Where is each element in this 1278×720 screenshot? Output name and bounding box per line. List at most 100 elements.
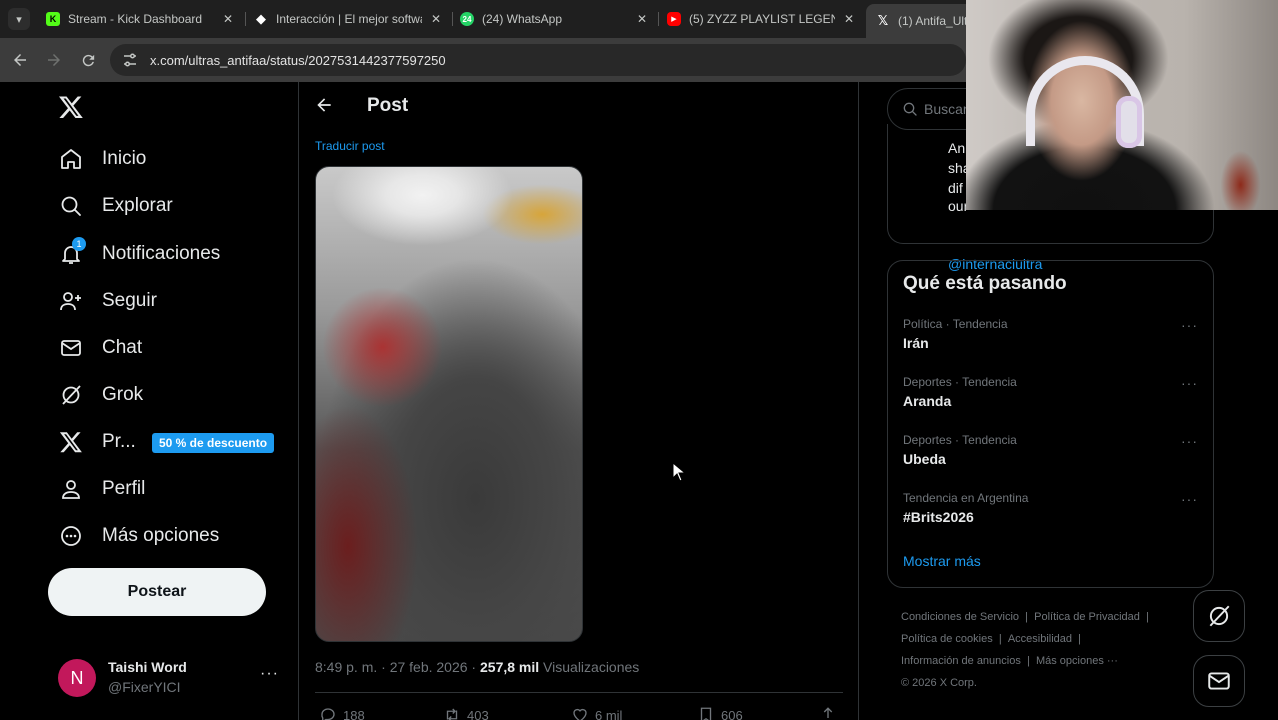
messages-fab-button[interactable] xyxy=(1193,655,1245,707)
nav-grok[interactable]: Grok xyxy=(58,377,143,413)
url-text: x.com/ultras_antifaa/status/202753144237… xyxy=(150,52,446,68)
nav-chat[interactable]: Chat xyxy=(58,330,142,366)
like-button[interactable]: 6 mil xyxy=(571,706,622,720)
translate-post-link[interactable]: Traducir post xyxy=(315,139,385,153)
bookmark-icon xyxy=(700,707,712,720)
account-switcher[interactable]: N Taishi Word @FixerYICI ··· xyxy=(58,657,288,697)
footer-accessibility-link[interactable]: Accesibilidad xyxy=(1008,633,1072,645)
tab-whatsapp[interactable]: 24 (24) WhatsApp ✕ xyxy=(460,6,650,32)
trend-item[interactable]: Tendencia en Argentina #Brits2026 ··· xyxy=(903,491,1200,531)
nav-follow[interactable]: Seguir xyxy=(58,283,157,319)
site-settings-icon[interactable] xyxy=(122,52,138,68)
nav-premium-label: Pr... xyxy=(102,431,136,452)
webcam-overlay xyxy=(966,0,1278,210)
footer-privacy-link[interactable]: Política de Privacidad xyxy=(1034,611,1140,623)
nav-home-label: Inicio xyxy=(102,148,147,169)
nav-home[interactable]: Inicio xyxy=(58,141,146,177)
search-icon xyxy=(58,193,84,219)
notifications-badge: 1 xyxy=(72,237,86,251)
post-timestamp[interactable]: 8:49 p. m. · 27 feb. 2026 · xyxy=(315,659,480,675)
grok-icon xyxy=(58,382,84,408)
reload-icon[interactable] xyxy=(77,49,99,71)
back-arrow-icon[interactable] xyxy=(313,94,335,116)
kick-icon: K xyxy=(46,12,60,26)
footer-links: Condiciones de Servicio | Política de Pr… xyxy=(901,611,1149,689)
close-icon[interactable]: ✕ xyxy=(841,12,857,26)
repost-button[interactable]: 403 xyxy=(443,706,489,720)
post-button[interactable]: Postear xyxy=(48,568,266,616)
nav-profile[interactable]: Perfil xyxy=(58,471,145,507)
post-meta: 8:49 p. m. · 27 feb. 2026 · 257,8 mil Vi… xyxy=(315,659,639,675)
whatsapp-icon: 24 xyxy=(460,12,474,26)
diamond-logo-icon: ◆ xyxy=(256,11,266,26)
nav-more-options[interactable]: Más opciones xyxy=(58,518,219,554)
nav-follow-label: Seguir xyxy=(102,290,157,311)
nav-notifications[interactable]: 1 Notificaciones xyxy=(58,236,220,272)
close-icon[interactable]: ✕ xyxy=(220,12,236,26)
divider xyxy=(315,692,843,693)
tab-kick-dashboard[interactable]: K Stream - Kick Dashboard ✕ xyxy=(46,6,236,32)
footer-cookies-link[interactable]: Política de cookies xyxy=(901,633,993,645)
more-horizontal-icon[interactable]: ··· xyxy=(1181,491,1198,507)
close-icon[interactable]: ✕ xyxy=(634,12,650,26)
left-navigation: Inicio Explorar 1 Notificaciones Seguir … xyxy=(0,82,298,720)
url-field[interactable]: x.com/ultras_antifaa/status/202753144237… xyxy=(110,44,966,76)
tab-x-post[interactable]: 𝕏 (1) Antifa_Ultra xyxy=(866,4,976,38)
post-header: Post xyxy=(299,82,858,130)
mail-icon xyxy=(58,335,84,361)
trend-category: Política · Tendencia xyxy=(903,317,1008,331)
bookmark-button[interactable]: 606 xyxy=(697,706,743,720)
mouse-cursor-icon xyxy=(672,462,686,482)
close-icon[interactable]: ✕ xyxy=(428,12,444,26)
trend-item[interactable]: Política · Tendencia Irán ··· xyxy=(903,317,1200,357)
trend-category: Deportes · Tendencia xyxy=(903,433,1017,447)
views-count: 257,8 mil xyxy=(480,659,540,675)
forward-icon[interactable] xyxy=(43,49,65,71)
share-icon xyxy=(823,707,833,718)
post-actions: 188 403 6 mil 606 xyxy=(315,706,843,720)
nav-premium[interactable]: Pr... xyxy=(58,424,136,460)
nav-chat-label: Chat xyxy=(102,337,143,358)
main-column: Post Traducir post 8:49 p. m. · 27 feb. … xyxy=(298,82,859,720)
trend-name: Aranda xyxy=(903,393,952,409)
page-title: Post xyxy=(367,95,409,116)
trends-title: Qué está pasando xyxy=(903,273,1067,294)
nav-explore[interactable]: Explorar xyxy=(58,188,173,224)
more-horizontal-icon[interactable]: ··· xyxy=(1181,433,1198,449)
nav-profile-label: Perfil xyxy=(102,478,146,499)
x-logo-icon xyxy=(58,429,84,455)
x-logo-icon: 𝕏 xyxy=(877,13,889,28)
trend-category: Deportes · Tendencia xyxy=(903,375,1017,389)
trend-name: #Brits2026 xyxy=(903,509,974,525)
more-horizontal-icon[interactable]: ··· xyxy=(1181,375,1198,391)
post-video[interactable] xyxy=(315,166,583,642)
tab-interaccion[interactable]: ◆ Interacción | El mejor softwa ✕ xyxy=(254,6,444,32)
repost-icon xyxy=(446,708,458,720)
heart-icon xyxy=(573,708,587,720)
search-placeholder: Buscar xyxy=(924,101,968,117)
nav-more-options-label: Más opciones xyxy=(102,525,220,546)
tab-youtube[interactable]: ▶ (5) ZYZZ PLAYLIST LEGEND 2 ✕ xyxy=(667,6,857,32)
tab-search-dropdown-icon[interactable]: ▾ xyxy=(8,8,30,30)
person-icon xyxy=(58,476,84,502)
discount-badge[interactable]: 50 % de descuento xyxy=(152,433,275,453)
grok-fab-button[interactable] xyxy=(1193,590,1245,642)
back-icon[interactable] xyxy=(9,49,31,71)
trend-item[interactable]: Deportes · Tendencia Aranda ··· xyxy=(903,375,1200,415)
reply-icon xyxy=(321,708,335,720)
reply-button[interactable]: 188 xyxy=(319,706,365,720)
more-horizontal-icon[interactable]: ··· xyxy=(260,665,279,683)
grok-icon xyxy=(1209,605,1230,627)
share-button[interactable] xyxy=(819,706,843,720)
footer-terms-link[interactable]: Condiciones de Servicio xyxy=(901,611,1019,623)
show-more-link[interactable]: Mostrar más xyxy=(903,553,981,569)
more-horizontal-icon[interactable]: ··· xyxy=(1181,317,1198,333)
user-name: Taishi Word xyxy=(108,659,187,675)
x-logo-icon[interactable] xyxy=(58,94,86,122)
trends-panel: Qué está pasando Política · Tendencia Ir… xyxy=(887,260,1214,588)
trend-item[interactable]: Deportes · Tendencia Ubeda ··· xyxy=(903,433,1200,473)
card-text-line: dif xyxy=(948,180,963,196)
bell-icon: 1 xyxy=(58,237,86,267)
footer-more-link[interactable]: Más opciones ··· xyxy=(1036,655,1118,667)
footer-ads-link[interactable]: Información de anuncios xyxy=(901,655,1021,667)
